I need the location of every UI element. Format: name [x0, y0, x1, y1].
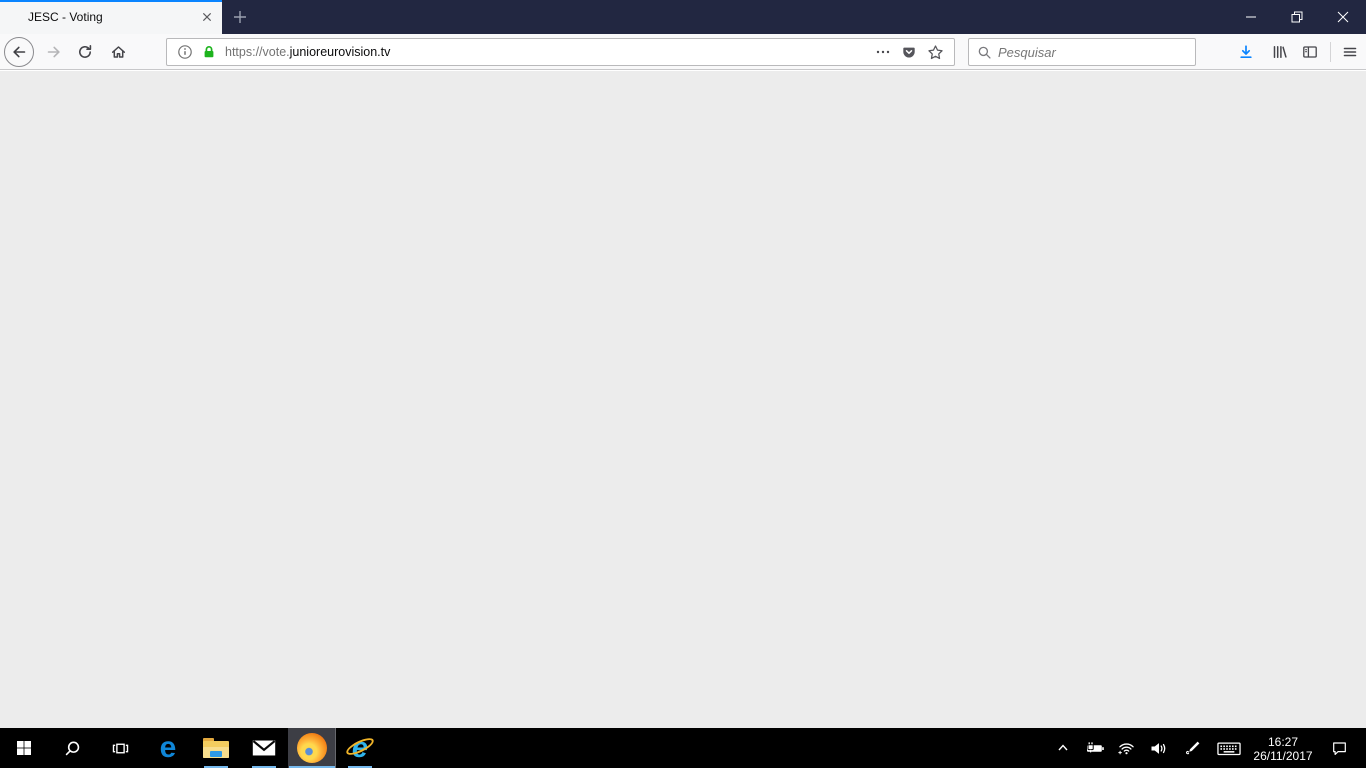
taskbar-file-explorer-button[interactable]	[192, 728, 240, 768]
volume-icon	[1150, 741, 1168, 756]
back-icon	[11, 44, 27, 60]
sidebar-icon	[1302, 44, 1318, 60]
windows-ink-button[interactable]	[1176, 728, 1210, 768]
page-actions-button[interactable]	[870, 39, 896, 65]
toolbar-separator	[1330, 42, 1331, 62]
back-button[interactable]	[4, 37, 34, 67]
search-bar[interactable]	[968, 38, 1196, 66]
new-tab-button[interactable]	[222, 0, 258, 34]
url-bar[interactable]: https://vote.junioreurovision.tv	[166, 38, 955, 66]
menu-icon	[1342, 44, 1358, 60]
clock-date: 26/11/2017	[1248, 749, 1318, 763]
tab-jesc-voting[interactable]: JESC - Voting	[0, 0, 222, 34]
home-button[interactable]	[104, 34, 132, 70]
search-input[interactable]	[998, 40, 1187, 64]
page-content	[0, 71, 1366, 728]
edge-icon: e	[160, 733, 177, 763]
taskbar-mail-button[interactable]	[240, 728, 288, 768]
download-icon	[1238, 44, 1254, 60]
restore-icon	[1291, 11, 1303, 23]
forward-icon	[46, 44, 62, 60]
url-text: https://vote.junioreurovision.tv	[225, 45, 870, 59]
plus-icon	[233, 10, 247, 24]
pocket-button[interactable]	[896, 39, 922, 65]
https-lock-icon	[201, 44, 217, 60]
network-status-button[interactable]	[1110, 728, 1142, 768]
active-tab-indicator	[0, 0, 222, 2]
url-domain: junioreurovision.tv	[290, 45, 391, 59]
clock-time: 16:27	[1248, 735, 1318, 749]
window-controls	[1228, 0, 1366, 34]
sidebar-button[interactable]	[1296, 34, 1324, 70]
page-info-button[interactable]	[173, 39, 197, 65]
chevron-up-icon	[1057, 742, 1069, 754]
page-actions	[870, 39, 948, 65]
mail-icon	[252, 740, 276, 756]
volume-button[interactable]	[1142, 728, 1176, 768]
pen-icon	[1185, 740, 1201, 756]
search-icon	[977, 45, 992, 60]
ie-icon: e	[343, 732, 377, 764]
home-icon	[110, 44, 127, 60]
start-button[interactable]	[0, 728, 48, 768]
taskbar-edge-button[interactable]: e	[144, 728, 192, 768]
battery-status-button[interactable]	[1076, 728, 1110, 768]
file-explorer-icon	[203, 738, 229, 758]
browser-titlebar: JESC - Voting	[0, 0, 1366, 34]
taskbar-clock[interactable]: 16:27 26/11/2017	[1248, 728, 1318, 768]
window-restore-button[interactable]	[1274, 0, 1320, 34]
minimize-icon	[1245, 11, 1257, 23]
close-icon	[202, 12, 212, 22]
task-view-button[interactable]	[96, 728, 144, 768]
page-actions-icon	[875, 44, 891, 60]
windows-taskbar: e e 16:27 2	[0, 728, 1366, 768]
browser-toolbar: https://vote.junioreurovision.tv	[0, 34, 1366, 70]
https-lock-button[interactable]	[197, 39, 221, 65]
downloads-button[interactable]	[1232, 34, 1260, 70]
firefox-icon	[297, 733, 327, 763]
url-protocol-subdomain: https://vote.	[225, 45, 290, 59]
tab-title: JESC - Voting	[0, 10, 196, 24]
start-icon	[16, 740, 32, 756]
library-icon	[1271, 44, 1288, 60]
reload-icon	[77, 44, 93, 60]
bookmark-star-icon	[927, 44, 944, 61]
touch-keyboard-icon	[1217, 741, 1241, 756]
close-icon	[1337, 11, 1349, 23]
search-icon	[64, 740, 81, 757]
reload-button[interactable]	[72, 34, 98, 70]
touch-keyboard-button[interactable]	[1210, 728, 1248, 768]
menu-button[interactable]	[1336, 34, 1364, 70]
forward-button[interactable]	[42, 34, 66, 70]
system-tray: 16:27 26/11/2017	[1050, 728, 1366, 768]
action-center-icon	[1331, 740, 1348, 756]
task-view-icon	[112, 740, 129, 757]
window-minimize-button[interactable]	[1228, 0, 1274, 34]
tab-close-button[interactable]	[196, 6, 218, 28]
taskbar-search-button[interactable]	[48, 728, 96, 768]
tray-overflow-button[interactable]	[1050, 728, 1076, 768]
battery-icon	[1081, 741, 1105, 756]
wifi-icon	[1117, 741, 1136, 755]
taskbar-internet-explorer-button[interactable]: e	[336, 728, 384, 768]
bookmark-star-button[interactable]	[922, 39, 948, 65]
library-button[interactable]	[1264, 34, 1294, 70]
page-info-icon	[177, 44, 193, 60]
action-center-button[interactable]	[1318, 728, 1360, 768]
pocket-icon	[901, 44, 917, 60]
taskbar-firefox-button[interactable]	[288, 728, 336, 768]
window-close-button[interactable]	[1320, 0, 1366, 34]
